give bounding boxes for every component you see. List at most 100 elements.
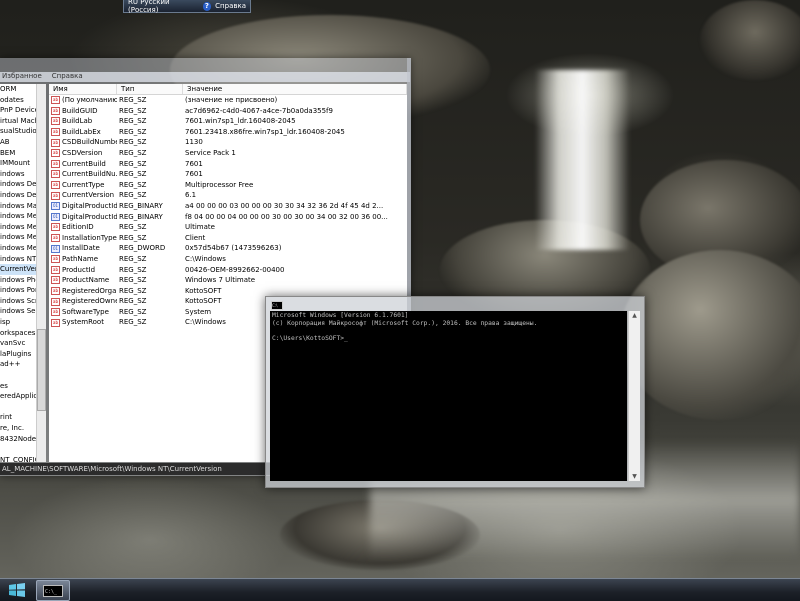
list-header: Имя Тип Значение <box>49 84 407 95</box>
column-header-name[interactable]: Имя <box>49 84 117 94</box>
help-icon[interactable]: ? <box>202 1 212 11</box>
value-name: DigitalProductId <box>62 201 117 210</box>
language-indicator[interactable]: RU Русский (Россия) <box>128 0 199 14</box>
binary-value-icon: 01 <box>51 202 60 211</box>
value-name: CurrentVersion <box>62 191 115 200</box>
value-type: REG_SZ <box>119 297 147 306</box>
taskbar-cmd-button[interactable]: C:\_ <box>36 580 70 601</box>
table-row[interactable]: 01 DigitalProductId REG_BINARY a4 00 00 00 … <box>49 201 407 212</box>
value-name-cell: ab PathName <box>49 254 117 265</box>
cmd-icon[interactable]: C:\ <box>271 301 283 310</box>
table-row[interactable]: ab ProductName REG_SZ Windows 7 Ultimate <box>49 275 407 286</box>
table-row[interactable]: ab CurrentType REG_SZ Multiprocessor Free <box>49 180 407 191</box>
value-name-cell: ab CurrentBuildNu... <box>49 169 117 180</box>
string-value-icon: ab <box>51 255 60 264</box>
table-row[interactable]: ab PathName REG_SZ C:\Windows <box>49 254 407 265</box>
value-type: REG_SZ <box>119 286 147 295</box>
string-value-icon: ab <box>51 308 60 317</box>
table-row[interactable]: ab EditionID REG_SZ Ultimate <box>49 222 407 233</box>
table-row[interactable]: ab ProductId REG_SZ 00426-OEM-8992662-00400 <box>49 265 407 276</box>
console-output[interactable]: Microsoft Windows [Version 6.1.7601] (c) … <box>270 311 627 481</box>
value-name-cell: ab InstallationType <box>49 233 117 244</box>
table-row[interactable]: ab CSDVersion REG_SZ Service Pack 1 <box>49 148 407 159</box>
string-value-icon: ab <box>51 170 60 179</box>
waterfall <box>535 70 630 250</box>
value-data: a4 00 00 00 03 00 00 00 30 30 34 32 36 2… <box>185 201 384 210</box>
value-name: CurrentType <box>62 180 105 189</box>
value-name: SoftwareType <box>62 307 109 316</box>
value-type: REG_DWORD <box>119 244 166 253</box>
string-value-icon: ab <box>51 138 60 147</box>
menu-item-favorites[interactable]: Избранное <box>2 72 42 82</box>
value-name-cell: 01 InstallDate <box>49 243 117 254</box>
value-type: REG_SZ <box>119 138 147 147</box>
menu-item-help[interactable]: Справка <box>52 72 83 82</box>
table-row[interactable]: ab CurrentBuildNu... REG_SZ 7601 <box>49 169 407 180</box>
table-row[interactable]: ab CSDBuildNumber REG_SZ 1130 <box>49 137 407 148</box>
value-name: PathName <box>62 254 99 263</box>
value-type: REG_SZ <box>119 265 147 274</box>
value-name: DigitalProductId4 <box>62 212 117 221</box>
value-data: f8 04 00 00 04 00 00 00 30 00 30 00 34 0… <box>185 212 388 221</box>
string-value-icon: ab <box>51 234 60 243</box>
value-rows: ab (По умолчанию) REG_SZ (значение не присв… <box>49 95 407 328</box>
value-name: InstallDate <box>62 244 100 253</box>
table-row[interactable]: 01 DigitalProductId4 REG_BINARY f8 04 00 00… <box>49 212 407 223</box>
cmd-icon: C:\_ <box>43 584 63 597</box>
value-type: REG_SZ <box>119 318 147 327</box>
console-line: Microsoft Windows [Version 6.1.7601] <box>272 312 409 319</box>
string-value-icon: ab <box>51 181 60 190</box>
start-button[interactable] <box>4 581 30 599</box>
value-name: BuildLab <box>62 117 93 126</box>
registry-tree[interactable]: ORM odates PnP Device Iirtual Machin sualSt… <box>0 84 46 462</box>
value-type: REG_SZ <box>119 96 147 104</box>
table-row[interactable]: ab CurrentBuild REG_SZ 7601 <box>49 159 407 170</box>
value-name: CurrentBuildNu... <box>62 170 117 179</box>
value-type: REG_SZ <box>119 127 147 136</box>
console-line: C:\Users\KottoSOFT>_ <box>272 334 348 342</box>
console-line: (c) Корпорация Майкрософт (Microsoft Cor… <box>272 319 538 327</box>
value-name: EditionID <box>62 223 94 232</box>
string-value-icon: ab <box>51 297 60 306</box>
scroll-down-icon[interactable]: ▼ <box>630 472 639 481</box>
cmd-scrollbar[interactable]: ▲ ▼ <box>628 311 640 481</box>
value-name-cell: ab (По умолчанию) <box>49 95 117 106</box>
value-name-cell: ab CSDBuildNumber <box>49 137 117 148</box>
value-type: REG_SZ <box>119 148 147 157</box>
value-data: (значение не присвоено) <box>185 96 278 104</box>
string-value-icon: ab <box>51 96 60 105</box>
table-row[interactable]: ab (По умолчанию) REG_SZ (значение не присв… <box>49 95 407 106</box>
windows-logo-icon <box>9 583 25 597</box>
value-name-cell: ab RegisteredOwner <box>49 296 117 307</box>
value-name: RegisteredOwner <box>62 297 117 306</box>
table-row[interactable]: ab CurrentVersion REG_SZ 6.1 <box>49 190 407 201</box>
table-row[interactable]: ab BuildGUID REG_SZ ac7d6962-c4d0-4067-a4ce… <box>49 106 407 117</box>
language-bar[interactable]: RU Русский (Россия) ? Справка <box>123 0 251 14</box>
column-header-type[interactable]: Тип <box>117 84 183 94</box>
table-row[interactable]: 01 InstallDate REG_DWORD 0x57d54b67 (147359… <box>49 243 407 254</box>
string-value-icon: ab <box>51 286 60 295</box>
column-header-data[interactable]: Значение <box>183 84 407 94</box>
value-name-cell: ab EditionID <box>49 222 117 233</box>
value-name-cell: ab SoftwareType <box>49 307 117 318</box>
value-data: 0x57d54b67 (1473596263) <box>185 244 282 253</box>
value-data: KottoSOFT <box>185 286 222 295</box>
value-name: ProductId <box>62 265 96 274</box>
table-row[interactable]: ab BuildLab REG_SZ 7601.win7sp1_ldr.160408-… <box>49 116 407 127</box>
tree-scrollbar-thumb[interactable] <box>37 329 46 411</box>
value-data: ac7d6962-c4d0-4067-a4ce-7b0a0da355f9 <box>185 106 333 115</box>
command-prompt-window[interactable]: C:\ Microsoft Windows [Version 6.1.7601]… <box>265 296 645 488</box>
value-type: REG_BINARY <box>119 201 163 210</box>
value-name-cell: ab BuildLab <box>49 116 117 127</box>
value-type: REG_SZ <box>119 233 147 242</box>
binary-value-icon: 01 <box>51 244 60 253</box>
string-value-icon: ab <box>51 191 60 200</box>
language-bar-help[interactable]: Справка <box>215 2 246 10</box>
table-row[interactable]: ab InstallationType REG_SZ Client <box>49 233 407 244</box>
table-row[interactable]: ab BuildLabEx REG_SZ 7601.23418.x86fre.win7… <box>49 127 407 138</box>
value-name-cell: ab BuildGUID <box>49 106 117 117</box>
value-name: CurrentBuild <box>62 159 106 168</box>
table-row[interactable]: ab RegisteredOrga... REG_SZ KottoSOFT <box>49 286 407 297</box>
scroll-up-icon[interactable]: ▲ <box>630 311 639 320</box>
regedit-menubar: Избранное Справка <box>0 72 410 82</box>
